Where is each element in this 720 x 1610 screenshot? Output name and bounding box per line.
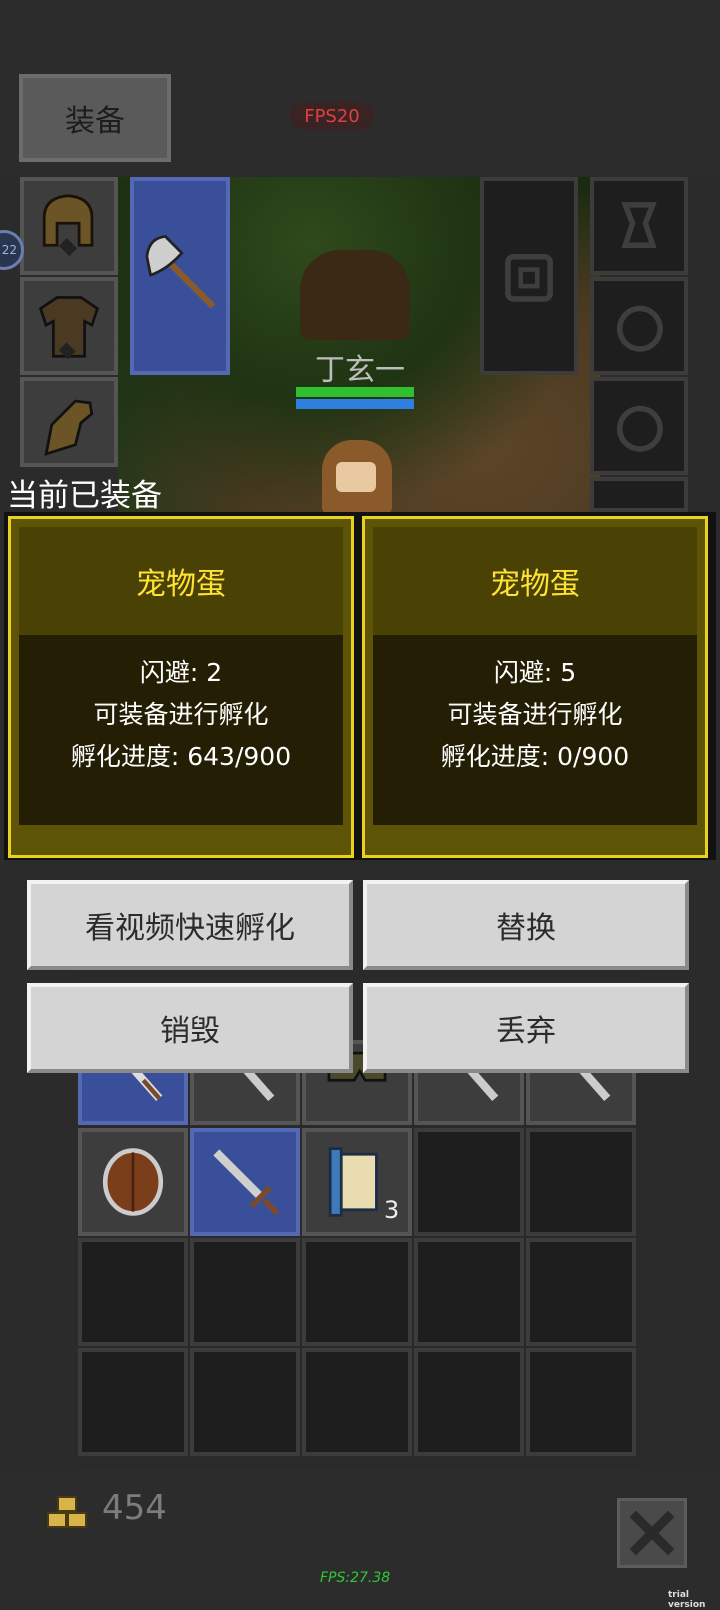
helmet-icon bbox=[42, 194, 94, 257]
close-icon bbox=[629, 1510, 675, 1556]
hatch-progress: 孵化进度: 0/900 bbox=[440, 742, 630, 771]
inventory-slot-empty[interactable] bbox=[526, 1128, 636, 1236]
gold-icon bbox=[47, 1496, 87, 1528]
armor-icon bbox=[38, 296, 100, 360]
player-face bbox=[336, 462, 376, 492]
card-body: 闪避: 2 可装备进行孵化 孵化进度: 643/900 bbox=[19, 635, 343, 825]
card-body: 闪避: 5 可装备进行孵化 孵化进度: 0/900 bbox=[373, 635, 697, 825]
equipment-tab[interactable]: 装备 bbox=[19, 74, 171, 162]
fps-badge: FPS20 bbox=[290, 102, 374, 130]
helmet-slot[interactable] bbox=[20, 177, 118, 275]
discard-button[interactable]: 丢弃 bbox=[363, 983, 689, 1073]
card-title: 宠物蛋 bbox=[19, 527, 343, 635]
inventory-slot-empty[interactable] bbox=[526, 1348, 636, 1456]
ring-slot-1[interactable] bbox=[590, 277, 688, 375]
weapon-slot[interactable] bbox=[130, 177, 230, 375]
accessory-slot[interactable] bbox=[590, 477, 688, 512]
sword-icon bbox=[213, 1149, 280, 1216]
close-button[interactable] bbox=[617, 1498, 687, 1568]
hatch-progress: 孵化进度: 643/900 bbox=[70, 742, 292, 771]
gloves-slot[interactable] bbox=[20, 377, 118, 467]
item-stack-count: 3 bbox=[384, 1196, 400, 1224]
pet-egg-card-2[interactable]: 宠物蛋 闪避: 5 可装备进行孵化 孵化进度: 0/900 bbox=[362, 516, 708, 858]
dodge-stat: 闪避: 2 bbox=[139, 658, 223, 687]
fps-counter: FPS:27.38 bbox=[320, 1570, 391, 1586]
amulet-placeholder-icon bbox=[621, 202, 657, 249]
offhand-slot[interactable] bbox=[480, 177, 578, 375]
round-shield-icon bbox=[102, 1148, 164, 1216]
glove-icon bbox=[44, 399, 94, 456]
mana-bar bbox=[296, 399, 414, 409]
ring-slot-2[interactable] bbox=[590, 377, 688, 475]
hatch-info: 可装备进行孵化 bbox=[447, 700, 623, 729]
amulet-slot[interactable] bbox=[590, 177, 688, 275]
watch-video-hatch-button[interactable]: 看视频快速孵化 bbox=[27, 880, 353, 970]
inventory-slot-empty[interactable] bbox=[78, 1238, 188, 1346]
replace-button[interactable]: 替换 bbox=[363, 880, 689, 970]
inventory-slot-empty[interactable] bbox=[526, 1238, 636, 1346]
inventory-slot-empty[interactable] bbox=[414, 1128, 524, 1236]
ring-placeholder-icon bbox=[616, 405, 663, 452]
tree-trunk bbox=[300, 250, 410, 340]
card-title: 宠物蛋 bbox=[373, 527, 697, 635]
armor-slot[interactable] bbox=[20, 277, 118, 375]
inventory-slot[interactable] bbox=[78, 1128, 188, 1236]
inventory-slot-empty[interactable] bbox=[302, 1348, 412, 1456]
currently-equipped-label: 当前已装备 bbox=[7, 478, 162, 514]
hatch-info: 可装备进行孵化 bbox=[93, 700, 269, 729]
destroy-button[interactable]: 销毁 bbox=[27, 983, 353, 1073]
axe-icon bbox=[145, 234, 216, 309]
gold-amount: 454 bbox=[102, 1488, 167, 1528]
shield-placeholder-icon bbox=[505, 253, 553, 302]
pet-egg-card-1[interactable]: 宠物蛋 闪避: 2 可装备进行孵化 孵化进度: 643/900 bbox=[8, 516, 354, 858]
dodge-stat: 闪避: 5 bbox=[493, 658, 577, 687]
health-bar bbox=[296, 387, 414, 397]
inventory-slot-empty[interactable] bbox=[302, 1238, 412, 1346]
ring-placeholder-icon bbox=[616, 305, 663, 352]
inventory-slot[interactable]: 3 bbox=[302, 1128, 412, 1236]
inventory-slot-empty[interactable] bbox=[190, 1238, 300, 1346]
inventory-slot[interactable] bbox=[190, 1128, 300, 1236]
inventory-slot-empty[interactable] bbox=[78, 1348, 188, 1456]
character-name: 丁玄一 bbox=[315, 353, 405, 388]
inventory-slot-empty[interactable] bbox=[190, 1348, 300, 1456]
inventory-slot-empty[interactable] bbox=[414, 1238, 524, 1346]
trial-version-label: trial version bbox=[668, 1590, 706, 1610]
inventory-slot-empty[interactable] bbox=[414, 1348, 524, 1456]
